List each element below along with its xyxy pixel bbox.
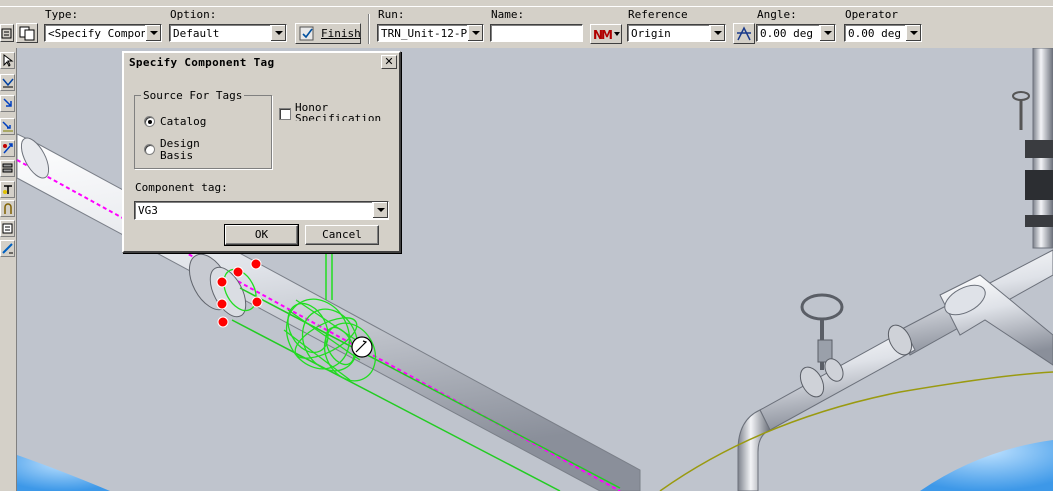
- finish-button[interactable]: Finish: [295, 23, 361, 44]
- chevron-down-icon[interactable]: [145, 25, 161, 41]
- type-value: <Specify Compone: [48, 27, 154, 40]
- chevron-down-icon[interactable]: [372, 202, 388, 218]
- chevron-down-icon[interactable]: [905, 25, 921, 41]
- component-tag-value: VG3: [138, 204, 158, 217]
- dialog-title: Specify Component Tag: [129, 56, 275, 69]
- angle-icon: [737, 26, 751, 41]
- catalog-radio[interactable]: [144, 116, 155, 127]
- left-toolbar: [0, 48, 17, 491]
- operator-dropdown[interactable]: 0.00 deg: [844, 24, 922, 42]
- select-arrow-icon[interactable]: [0, 52, 15, 69]
- honor-label-line1[interactable]: Honor: [295, 102, 328, 113]
- name-input[interactable]: [490, 24, 583, 42]
- operator-label: Operator: [845, 8, 898, 21]
- honor-label-line2[interactable]: Specification: [295, 113, 381, 121]
- measure-icon[interactable]: [0, 220, 15, 237]
- edit-icon[interactable]: [0, 140, 15, 157]
- type-dropdown[interactable]: <Specify Compone: [44, 24, 162, 42]
- cancel-button[interactable]: Cancel: [305, 225, 379, 245]
- honor-specification-checkbox[interactable]: [279, 108, 291, 120]
- dialog-title-bar[interactable]: Specify Component Tag ✕: [126, 55, 397, 71]
- design-basis-label-line2[interactable]: Basis: [160, 150, 193, 161]
- reference-label: Reference: [628, 8, 688, 21]
- reference-dropdown[interactable]: Origin: [627, 24, 726, 42]
- option-value: Default: [173, 27, 220, 40]
- source-for-tags-group: Source For Tags Catalog Design Basis: [134, 89, 272, 169]
- finish-icon: [299, 26, 314, 41]
- support-icon[interactable]: [0, 181, 15, 198]
- route-icon[interactable]: [0, 74, 15, 91]
- option-label: Option:: [170, 8, 217, 21]
- piping-icon[interactable]: [0, 160, 15, 177]
- component-tag-label: Component tag:: [135, 181, 228, 194]
- ribbon-top-edge: [0, 0, 1053, 7]
- command-ribbon: Type: <Specify Compone Option: Default F…: [0, 0, 1053, 49]
- toolbar-separator: [368, 14, 370, 44]
- chevron-down-icon[interactable]: [709, 25, 725, 41]
- run-value: TRN_Unit-12-P-: [381, 27, 474, 40]
- finish-label: Finish: [321, 27, 361, 40]
- run-dropdown[interactable]: TRN_Unit-12-P-: [377, 24, 484, 42]
- group-title: Source For Tags: [141, 89, 245, 102]
- type-label: Type:: [45, 8, 79, 21]
- reference-value: Origin: [631, 27, 671, 40]
- insert-component-icon[interactable]: [0, 95, 15, 112]
- specify-component-tag-dialog: Specify Component Tag ✕ Source For Tags …: [122, 51, 401, 253]
- ok-button[interactable]: OK: [224, 224, 299, 246]
- connect-icon[interactable]: [0, 240, 15, 257]
- chevron-down-icon[interactable]: [819, 25, 835, 41]
- chevron-down-icon[interactable]: [467, 25, 483, 41]
- close-icon: ✕: [384, 55, 394, 68]
- name-rule-button[interactable]: N M: [590, 24, 622, 44]
- svg-text:M: M: [601, 28, 613, 42]
- angle-label: Angle:: [757, 8, 797, 21]
- design-basis-radio[interactable]: [144, 144, 155, 155]
- copy-tag-icon[interactable]: [16, 23, 38, 43]
- angle-value: 0.00 deg: [760, 27, 813, 40]
- chevron-down-icon[interactable]: [270, 25, 286, 41]
- angle-tool-button[interactable]: [733, 23, 755, 44]
- close-button[interactable]: ✕: [381, 55, 397, 69]
- name-label: Name:: [491, 8, 525, 21]
- angle-dropdown[interactable]: 0.00 deg: [756, 24, 836, 42]
- design-basis-label-line1[interactable]: Design: [160, 138, 200, 149]
- option-dropdown[interactable]: Default: [169, 24, 287, 42]
- run-label: Run:: [378, 8, 405, 21]
- bend-icon[interactable]: [0, 200, 15, 217]
- naming-rule-icon: N M: [593, 28, 620, 42]
- component-tag-combobox[interactable]: VG3: [134, 201, 389, 220]
- operator-value: 0.00 deg: [848, 27, 901, 40]
- properties-icon[interactable]: [0, 24, 14, 42]
- catalog-label[interactable]: Catalog: [160, 115, 206, 128]
- place-icon[interactable]: [0, 118, 15, 135]
